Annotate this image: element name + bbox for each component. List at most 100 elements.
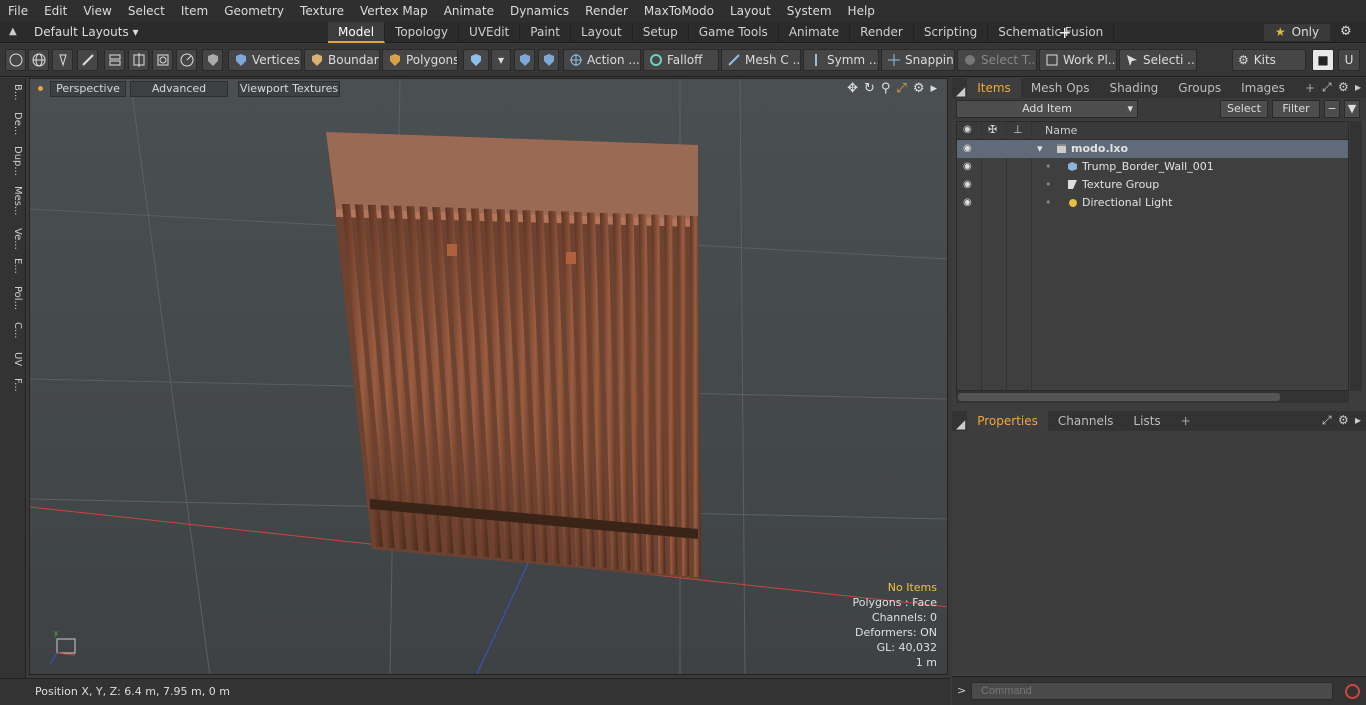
add-panel-tab-icon[interactable]: +	[1295, 78, 1325, 98]
zoom-icon[interactable]: ⚲	[881, 81, 891, 96]
polygons-button[interactable]: Polygons	[382, 49, 458, 71]
strip-tab-10[interactable]: F...	[3, 378, 23, 392]
menu-item[interactable]: Item	[173, 0, 216, 22]
select-through-button[interactable]: Select T...	[957, 49, 1037, 71]
strip-tab-6[interactable]: E...	[3, 258, 23, 274]
tab-mesh-ops[interactable]: Mesh Ops	[1021, 78, 1100, 98]
menu-geometry[interactable]: Geometry	[216, 0, 292, 22]
tree-row-texture-group[interactable]: ◉ • Texture Group	[957, 176, 1348, 194]
selection-sets-button[interactable]: Selecti ...	[1119, 49, 1197, 71]
menu-system[interactable]: System	[779, 0, 840, 22]
gear-icon[interactable]: ⚙	[913, 81, 925, 96]
menu-vertex-map[interactable]: Vertex Map	[352, 0, 436, 22]
viewport-dot-icon[interactable]	[38, 86, 43, 91]
globe-button[interactable]	[28, 49, 49, 71]
tab-setup[interactable]: Setup	[633, 22, 689, 43]
strip-tab-5[interactable]: Ve...	[3, 228, 23, 250]
menu-select[interactable]: Select	[120, 0, 173, 22]
unreal-button[interactable]: U	[1338, 49, 1360, 71]
strip-tab-8[interactable]: C...	[3, 322, 23, 339]
transform-button[interactable]	[128, 49, 149, 71]
material-button[interactable]	[463, 49, 489, 71]
advanced-button[interactable]: Advanced	[130, 81, 228, 97]
gear-icon[interactable]: ⚙	[1340, 24, 1358, 41]
tab-render[interactable]: Render	[850, 22, 914, 43]
vertices-button[interactable]: Vertices	[228, 49, 302, 71]
rotate-button[interactable]	[176, 49, 197, 71]
tab-uvedit[interactable]: UVEdit	[459, 22, 521, 43]
snap-b-button[interactable]	[538, 49, 559, 71]
strip-tab-1[interactable]: B...	[3, 84, 23, 100]
name-column-header[interactable]: Name	[1045, 124, 1077, 137]
tab-lists[interactable]: Lists	[1123, 411, 1170, 431]
eye-icon[interactable]: ◉	[963, 143, 977, 154]
tab-model[interactable]: Model	[328, 22, 386, 43]
tree-row-scene[interactable]: ◉ ▾ modo.lxo	[957, 140, 1348, 158]
scroll-thumb[interactable]	[958, 393, 1280, 401]
eye-icon[interactable]: ◉	[963, 179, 977, 190]
collapse-icon[interactable]: ▲	[9, 26, 17, 37]
add-panel-tab-icon[interactable]: +	[1171, 411, 1201, 431]
panel-menu-icon[interactable]: ◢	[956, 417, 965, 431]
menu-render[interactable]: Render	[577, 0, 636, 22]
expand-icon[interactable]: ⤢	[1322, 80, 1332, 95]
material-dropdown[interactable]: ▾	[491, 49, 511, 71]
snapping-button[interactable]: Snapping	[881, 49, 955, 71]
3d-viewport[interactable]: y Perspective Advanced Viewport Textures…	[29, 78, 948, 675]
menu-file[interactable]: File	[0, 0, 36, 22]
tab-schematic-fusion[interactable]: Schematic Fusion	[988, 22, 1115, 43]
menu-help[interactable]: Help	[840, 0, 883, 22]
align-button[interactable]	[104, 49, 125, 71]
symmetry-button[interactable]: Symm ...	[803, 49, 879, 71]
tab-game-tools[interactable]: Game Tools	[689, 22, 779, 43]
eye-icon[interactable]: ◉	[963, 161, 977, 172]
tab-shading[interactable]: Shading	[1100, 78, 1169, 98]
menu-view[interactable]: View	[75, 0, 119, 22]
move-icon[interactable]: ✥	[847, 81, 858, 96]
unity-button[interactable]: ■	[1312, 49, 1334, 71]
strip-tab-2[interactable]: De...	[3, 112, 23, 135]
strip-tab-9[interactable]: UV	[3, 352, 23, 366]
play-icon[interactable]: ▸	[930, 81, 937, 96]
rotate-icon[interactable]: ↻	[864, 81, 875, 96]
menu-edit[interactable]: Edit	[36, 0, 75, 22]
funnel-button[interactable]: ▼	[1344, 100, 1360, 118]
tab-layout[interactable]: Layout	[571, 22, 633, 43]
menu-texture[interactable]: Texture	[292, 0, 352, 22]
collapse-button[interactable]: −	[1324, 100, 1340, 118]
strip-tab-4[interactable]: Mes...	[3, 186, 23, 216]
action-center-button[interactable]: Action ...	[563, 49, 641, 71]
pen-button[interactable]	[52, 49, 73, 71]
record-icon[interactable]	[1345, 684, 1360, 699]
add-tab-icon[interactable]: +	[1058, 22, 1071, 43]
mesh-constraint-button[interactable]: Mesh C ...	[721, 49, 801, 71]
shield-button[interactable]	[202, 49, 223, 71]
tab-items[interactable]: Items	[967, 78, 1021, 98]
add-item-button[interactable]: Add Item ▾	[956, 100, 1138, 118]
only-toggle[interactable]: ★ Only	[1264, 24, 1330, 41]
filter-button[interactable]: Filter	[1272, 100, 1320, 118]
menu-dynamics[interactable]: Dynamics	[502, 0, 577, 22]
menu-maxtomodo[interactable]: MaxToModo	[636, 0, 722, 22]
tab-channels[interactable]: Channels	[1048, 411, 1124, 431]
eye-icon[interactable]: ◉	[963, 197, 977, 208]
tree-row-light[interactable]: ◉ • Directional Light	[957, 194, 1348, 212]
falloff-button[interactable]: Falloff	[643, 49, 719, 71]
snap-a-button[interactable]	[514, 49, 535, 71]
menu-layout[interactable]: Layout	[722, 0, 779, 22]
kits-button[interactable]: ⚙ Kits	[1232, 49, 1306, 71]
brush-button[interactable]	[77, 49, 98, 71]
tab-animate[interactable]: Animate	[779, 22, 851, 43]
perspective-button[interactable]: Perspective	[50, 81, 126, 97]
expand-triangle-icon[interactable]: ▾	[1037, 142, 1043, 155]
expand-icon[interactable]: ⤢	[1322, 413, 1332, 428]
tab-images[interactable]: Images	[1231, 78, 1295, 98]
panel-menu-icon[interactable]: ◢	[956, 84, 965, 98]
panel-gear-icon[interactable]: ⚙	[1338, 80, 1349, 94]
panel-arrow-icon[interactable]: ▸	[1355, 80, 1361, 94]
viewport-textures-button[interactable]: Viewport Textures	[238, 81, 340, 97]
select-button[interactable]: Select	[1220, 100, 1268, 118]
items-vertical-scrollbar[interactable]	[1350, 121, 1362, 391]
tab-topology[interactable]: Topology	[385, 22, 460, 43]
menu-animate[interactable]: Animate	[436, 0, 502, 22]
